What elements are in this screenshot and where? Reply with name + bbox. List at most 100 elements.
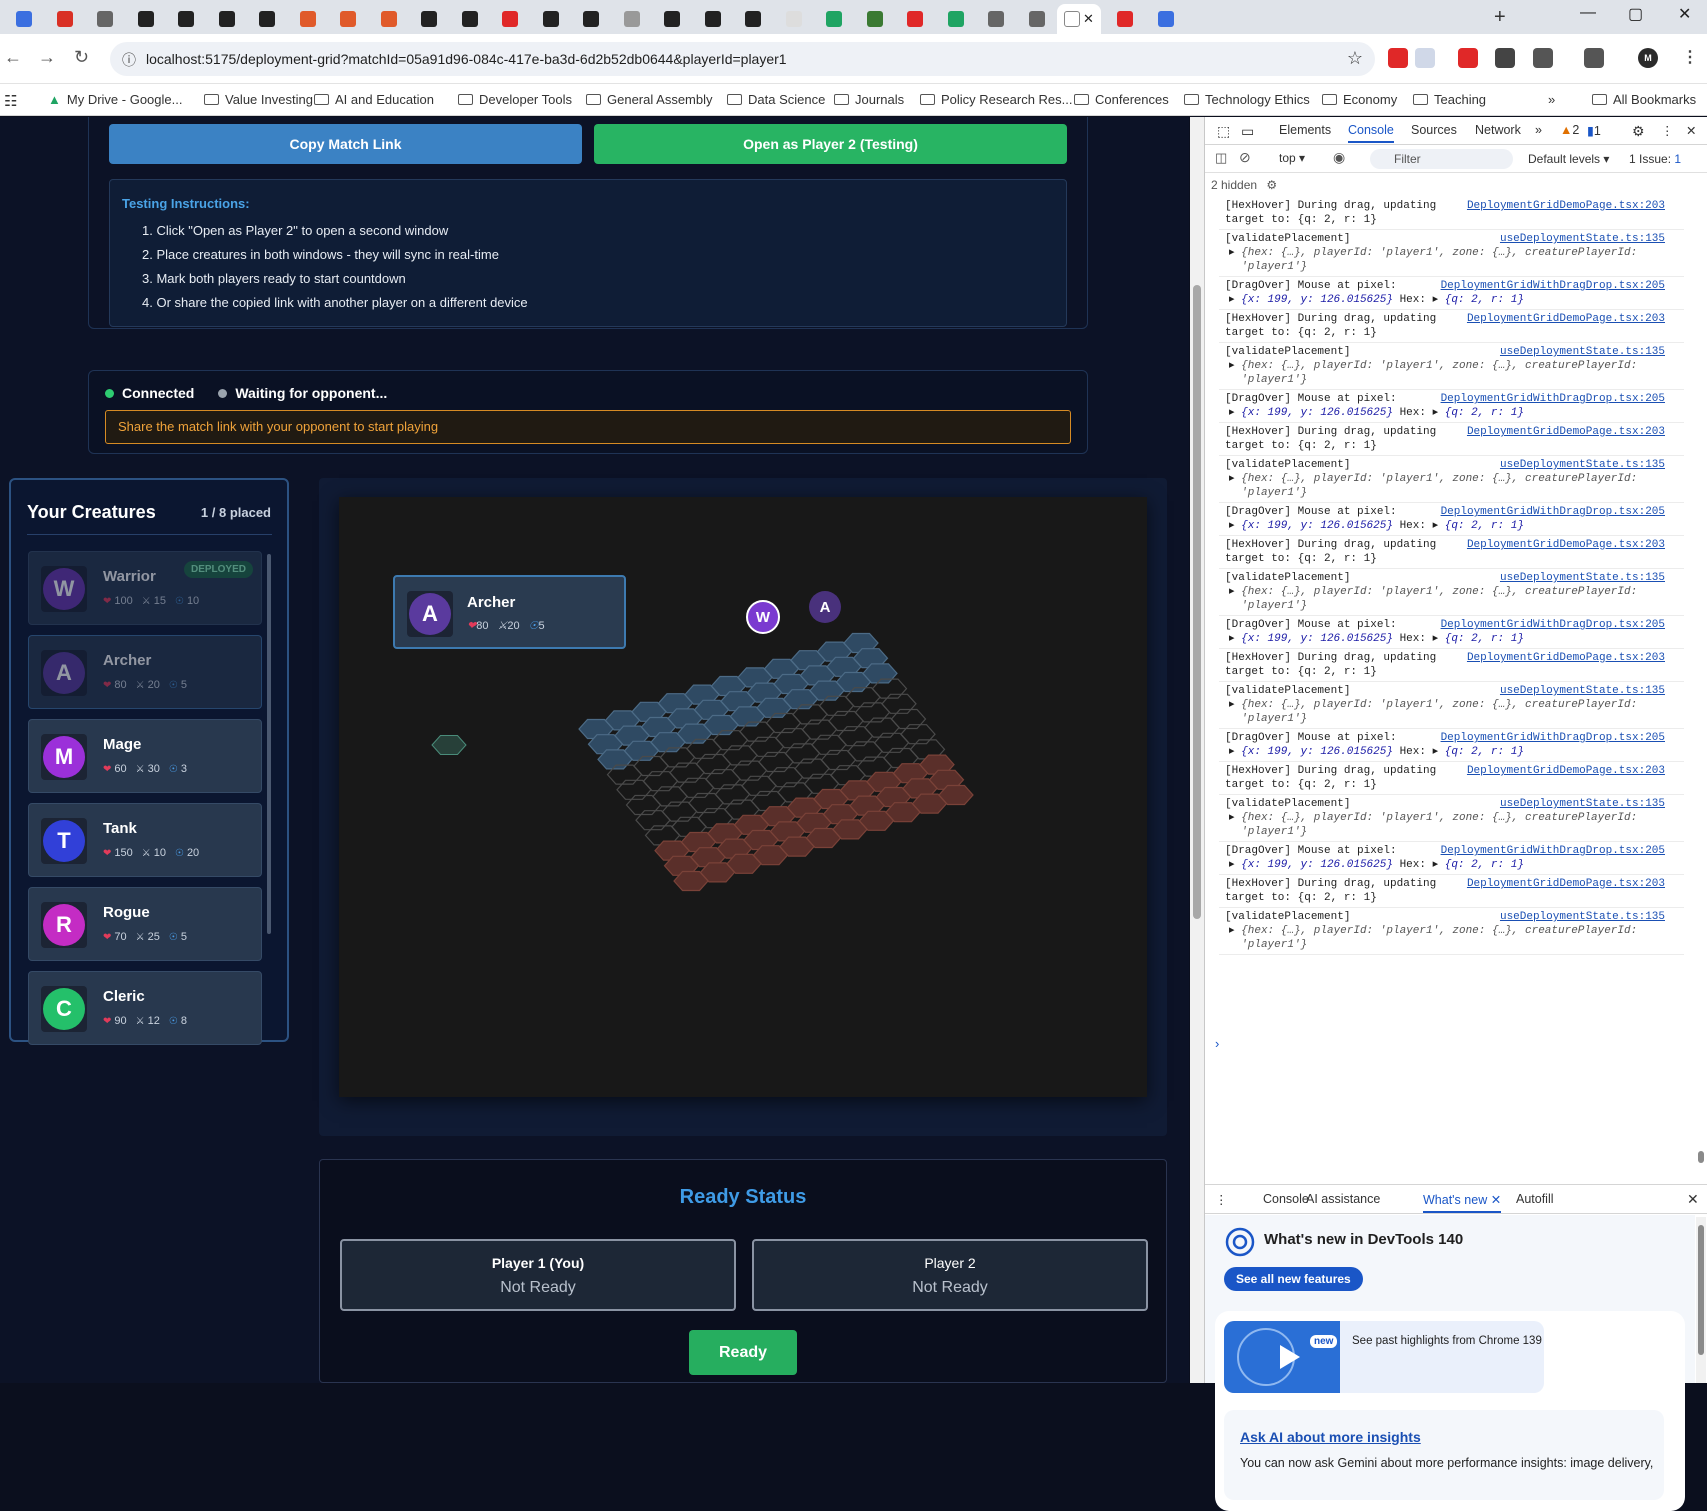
bookmark-star-icon[interactable]: ☆ (1347, 48, 1363, 69)
browser-tab[interactable] (166, 6, 206, 32)
bookmark-item[interactable]: AI and Education (314, 92, 434, 107)
log-source-link[interactable]: useDeploymentState.ts:135 (1500, 345, 1665, 359)
browser-tab[interactable] (45, 6, 85, 32)
highlights-card[interactable]: new See past highlights from Chrome 139 (1224, 1321, 1544, 1393)
console-log-entry[interactable]: [DragOver] Mouse at pixel: DeploymentGrid… (1225, 731, 1665, 759)
forward-icon[interactable]: → (38, 47, 56, 68)
log-object[interactable]: {hex: {…}, playerId: 'player1', zone: {…… (1241, 924, 1661, 952)
browser-tab[interactable] (288, 6, 328, 32)
messages-icon[interactable]: ▮1 (1587, 123, 1601, 138)
browser-tab[interactable] (490, 6, 530, 32)
maximize-icon[interactable]: ▢ (1628, 4, 1643, 24)
browser-tab[interactable] (936, 6, 976, 32)
log-source-link[interactable]: DeploymentGridDemoPage.tsx:203 (1467, 877, 1665, 891)
expand-arrow-icon[interactable]: ▸ (1229, 294, 1235, 306)
drawer-scroll-thumb[interactable] (1698, 1225, 1704, 1355)
log-object[interactable]: {hex: {…}, playerId: 'player1', zone: {…… (1241, 246, 1661, 274)
log-object[interactable]: {hex: {…}, playerId: 'player1', zone: {…… (1241, 811, 1661, 839)
log-source-link[interactable]: DeploymentGridWithDragDrop.tsx:205 (1441, 392, 1665, 406)
log-object[interactable]: {x: 199, y: 126.015625} (1241, 746, 1393, 758)
new-tab-icon[interactable]: + (1494, 6, 1506, 29)
close-tab-icon[interactable]: ✕ (1083, 11, 1094, 27)
site-info-icon[interactable]: ⓘ (122, 50, 136, 70)
console-log-entry[interactable]: [validatePlacement] useDeploymentState.ts… (1225, 571, 1665, 613)
log-object[interactable]: {q: 2, r: 1} (1445, 746, 1524, 758)
log-source-link[interactable]: DeploymentGridDemoPage.tsx:203 (1467, 764, 1665, 778)
browser-tab[interactable] (207, 6, 247, 32)
browser-tab[interactable] (895, 6, 935, 32)
adblock-icon[interactable] (1458, 48, 1478, 68)
log-source-link[interactable]: DeploymentGridDemoPage.tsx:203 (1467, 312, 1665, 326)
console-scrollbar[interactable] (1696, 317, 1706, 1177)
browser-tab[interactable] (247, 6, 287, 32)
clear-console-icon[interactable]: ⊘ (1239, 149, 1251, 166)
browser-tab[interactable] (1105, 6, 1145, 32)
expand-arrow-icon[interactable]: ▸ (1229, 925, 1235, 937)
apps-grid-icon[interactable]: ☷ (4, 92, 17, 110)
expand-arrow-icon[interactable]: ▸ (1229, 360, 1235, 372)
log-source-link[interactable]: DeploymentGridDemoPage.tsx:203 (1467, 538, 1665, 552)
inspect-icon[interactable]: ⬚ (1217, 123, 1230, 140)
browser-tab[interactable] (531, 6, 571, 32)
tab-elements[interactable]: Elements (1279, 123, 1331, 137)
creature-card-mage[interactable]: M Mage ❤ 60 ⚔ 30 ☉ 3 (28, 719, 262, 793)
back-icon[interactable]: ← (4, 47, 22, 68)
context-select[interactable]: top ▾ (1279, 151, 1305, 165)
log-source-link[interactable]: DeploymentGridWithDragDrop.tsx:205 (1441, 505, 1665, 519)
drag-preview-card[interactable]: A Archer ❤80 ⚔20 ☉5 (393, 575, 626, 649)
expand-arrow-icon[interactable]: ▸ (1229, 633, 1235, 645)
expand-arrow-icon[interactable]: ▸ (1433, 294, 1439, 306)
creature-card-cleric[interactable]: C Cleric ❤ 90 ⚔ 12 ☉ 8 (28, 971, 262, 1045)
log-object[interactable]: {q: 2, r: 1} (1445, 407, 1524, 419)
reload-icon[interactable]: ↻ (74, 47, 89, 68)
drawer-tab-console[interactable]: Console (1263, 1192, 1309, 1206)
log-source-link[interactable]: DeploymentGridWithDragDrop.tsx:205 (1441, 618, 1665, 632)
tab-network[interactable]: Network (1475, 123, 1521, 137)
profile-avatar[interactable]: M (1638, 48, 1658, 68)
bookmark-item[interactable]: Value Investing (204, 92, 313, 107)
expand-arrow-icon[interactable]: ▸ (1433, 520, 1439, 532)
placed-creature-token[interactable]: W (746, 600, 780, 634)
tab-console[interactable]: Console (1348, 123, 1394, 143)
console-log-entry[interactable]: [DragOver] Mouse at pixel: DeploymentGrid… (1225, 844, 1665, 872)
bookmark-item[interactable]: Data Science (727, 92, 825, 107)
log-source-link[interactable]: DeploymentGridDemoPage.tsx:203 (1467, 199, 1665, 213)
ready-button[interactable]: Ready (689, 1330, 797, 1375)
log-source-link[interactable]: useDeploymentState.ts:135 (1500, 571, 1665, 585)
drawer-menu-icon[interactable]: ⋮ (1215, 1192, 1228, 1207)
expand-arrow-icon[interactable]: ▸ (1229, 699, 1235, 711)
expand-arrow-icon[interactable]: ▸ (1229, 859, 1235, 871)
expand-arrow-icon[interactable]: ▸ (1229, 812, 1235, 824)
console-log-entry[interactable]: [validatePlacement] useDeploymentState.ts… (1225, 684, 1665, 726)
browser-tab[interactable] (571, 6, 611, 32)
close-devtools-icon[interactable]: ✕ (1686, 123, 1696, 138)
console-log-entry[interactable]: [validatePlacement] useDeploymentState.ts… (1225, 797, 1665, 839)
console-log-entry[interactable]: [HexHover] During drag, updating Deployme… (1225, 538, 1665, 566)
bookmark-item[interactable]: Developer Tools (458, 92, 572, 107)
log-levels-select[interactable]: Default levels ▾ (1528, 152, 1609, 166)
console-log-entry[interactable]: [DragOver] Mouse at pixel: DeploymentGrid… (1225, 279, 1665, 307)
console-log-entry[interactable]: [validatePlacement] useDeploymentState.ts… (1225, 345, 1665, 387)
browser-tab[interactable] (733, 6, 773, 32)
placed-creature-token[interactable]: A (809, 591, 841, 623)
url-text[interactable]: localhost:5175/deployment-grid?matchId=0… (146, 51, 787, 67)
log-source-link[interactable]: useDeploymentState.ts:135 (1500, 684, 1665, 698)
console-log-entry[interactable]: [HexHover] During drag, updating Deployme… (1225, 312, 1665, 340)
browser-tab[interactable] (4, 6, 44, 32)
log-source-link[interactable]: DeploymentGridDemoPage.tsx:203 (1467, 425, 1665, 439)
browser-tab[interactable] (369, 6, 409, 32)
issues-link[interactable]: 1 Issue: 1 (1629, 152, 1681, 166)
console-log-entry[interactable]: [validatePlacement] useDeploymentState.ts… (1225, 458, 1665, 500)
expand-arrow-icon[interactable]: ▸ (1229, 247, 1235, 259)
minimize-icon[interactable]: — (1580, 4, 1596, 22)
log-object[interactable]: {hex: {…}, playerId: 'player1', zone: {…… (1241, 698, 1661, 726)
log-object[interactable]: {q: 2, r: 1} (1445, 520, 1524, 532)
expand-arrow-icon[interactable]: ▸ (1433, 633, 1439, 645)
log-source-link[interactable]: DeploymentGridDemoPage.tsx:203 (1467, 651, 1665, 665)
bookmark-item[interactable]: Policy Research Res... (920, 92, 1073, 107)
browser-tab[interactable] (814, 6, 854, 32)
eye-icon[interactable]: ◉ (1333, 149, 1345, 166)
log-source-link[interactable]: DeploymentGridWithDragDrop.tsx:205 (1441, 279, 1665, 293)
log-source-link[interactable]: useDeploymentState.ts:135 (1500, 458, 1665, 472)
all-bookmarks[interactable]: All Bookmarks (1592, 92, 1696, 107)
